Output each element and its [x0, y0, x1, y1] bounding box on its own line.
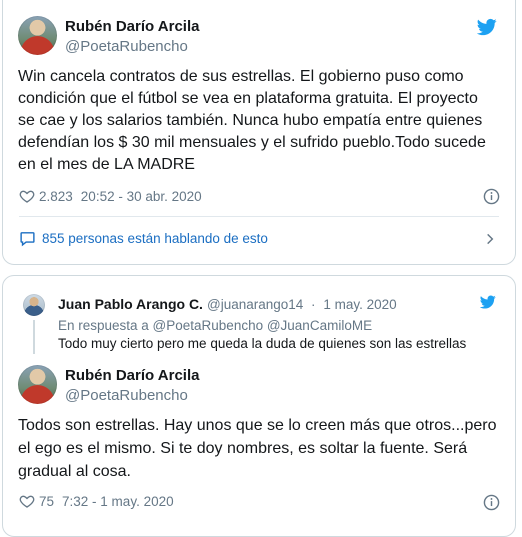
tweet-text-line: el ego es el mismo. Si te doy nombres, e…: [18, 440, 468, 457]
divider: [19, 216, 499, 217]
tweet-text-line: gradual al cosa.: [18, 463, 131, 480]
tweet-text-line: Todos son estrellas. Hay unos que se lo …: [18, 417, 497, 434]
author-handle[interactable]: @PoetaRubencho: [65, 387, 188, 404]
tweet-text-line: condición que el fútbol se vea en plataf…: [18, 90, 478, 107]
tweet-text-line: defendían los $ 30 mil mensuales y el su…: [18, 134, 486, 151]
tweet-text-line: en el mes de LA MADRE: [18, 156, 195, 173]
avatar[interactable]: [18, 365, 57, 404]
reply-author-name[interactable]: Juan Pablo Arango C.: [58, 296, 203, 312]
like-count[interactable]: 75: [39, 494, 54, 509]
avatar[interactable]: [18, 16, 57, 55]
author-name[interactable]: Rubén Darío Arcila: [65, 18, 199, 35]
chevron-right-icon[interactable]: [483, 232, 497, 246]
avatar[interactable]: [23, 294, 45, 316]
conversation-link[interactable]: 855 personas están hablando de esto: [19, 230, 268, 247]
in-reply-to[interactable]: En respuesta a @PoetaRubencho @JuanCamil…: [58, 318, 372, 333]
reply-handle-text[interactable]: @juanarango14: [207, 297, 303, 312]
reply-text: Todo muy cierto pero me queda la duda de…: [58, 336, 467, 351]
heart-icon[interactable]: [19, 493, 35, 509]
comment-bubble-icon: [20, 232, 35, 247]
like-count[interactable]: 2.823: [39, 189, 73, 204]
info-icon[interactable]: [483, 188, 500, 205]
reply-author-handle: @juanarango14 · 1 may. 2020: [207, 297, 397, 312]
tweet-card[interactable]: Rubén Darío Arcila @PoetaRubencho Win ca…: [2, 0, 516, 265]
twitter-bird-icon[interactable]: [477, 17, 497, 37]
twitter-bird-icon[interactable]: [480, 294, 496, 310]
conversation-count-text[interactable]: 855 personas están hablando de esto: [42, 231, 268, 246]
thread-card[interactable]: Juan Pablo Arango C. @juanarango14 · 1 m…: [2, 275, 516, 537]
tweet-text-line: Win cancela contratos de sus estrellas. …: [18, 68, 464, 85]
info-icon[interactable]: [483, 494, 500, 511]
author-name[interactable]: Rubén Darío Arcila: [65, 367, 199, 384]
tweet-meta: 2.823 20:52 - 30 abr. 2020: [19, 188, 206, 204]
tweet-timestamp[interactable]: 7:32 - 1 may. 2020: [62, 494, 174, 509]
author-handle[interactable]: @PoetaRubencho: [65, 38, 188, 55]
heart-icon[interactable]: [19, 188, 35, 204]
tweet-timestamp[interactable]: 20:52 - 30 abr. 2020: [81, 189, 202, 204]
tweet-meta: 75 7:32 - 1 may. 2020: [19, 493, 178, 509]
tweet-text-line: se cae y los salarios también. Nunca hub…: [18, 112, 483, 129]
dot-separator: ·: [311, 297, 316, 312]
reply-date[interactable]: 1 may. 2020: [323, 297, 396, 312]
thread-line: [33, 320, 35, 354]
